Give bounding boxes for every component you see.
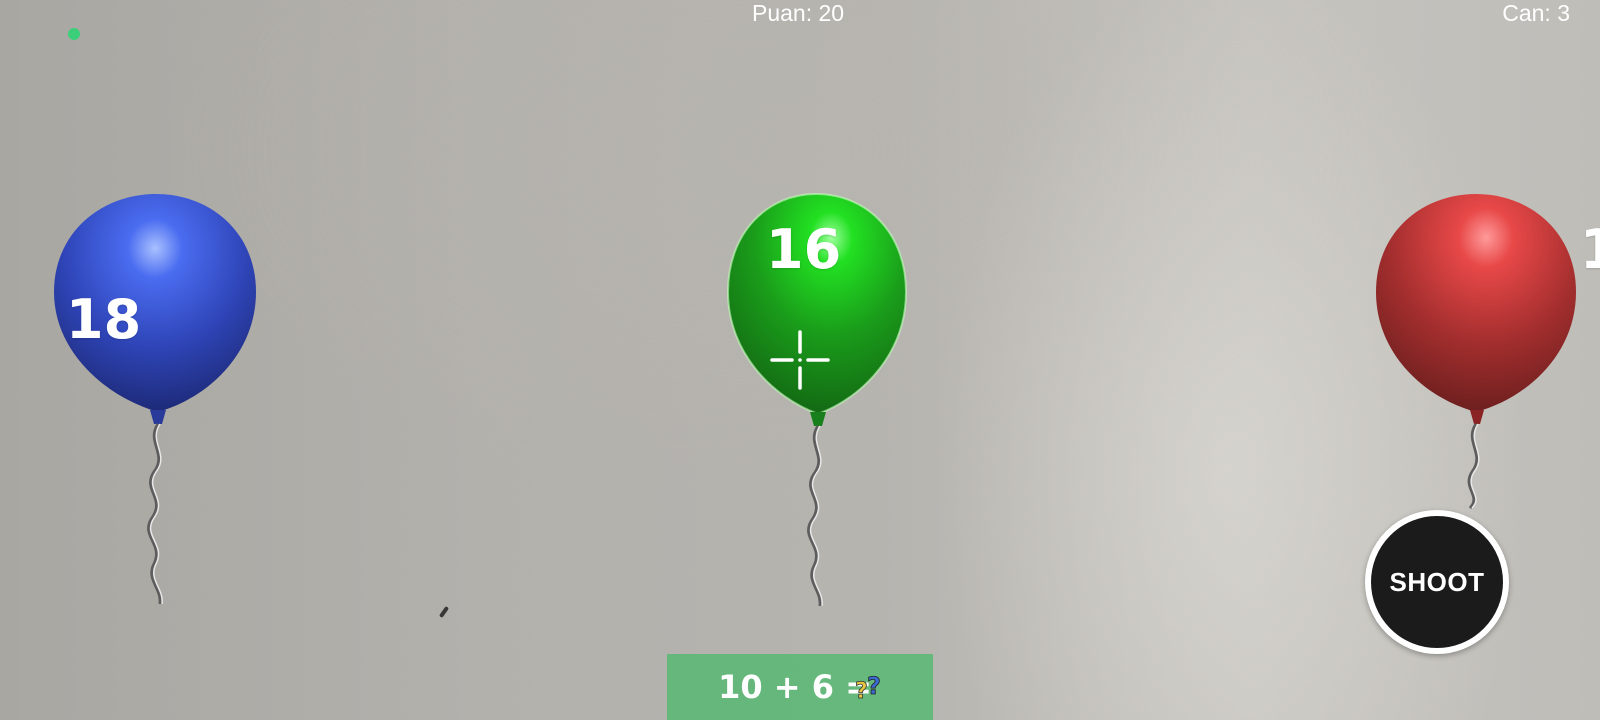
- balloon-green[interactable]: 16: [724, 192, 912, 622]
- balloon-green-number: 16: [766, 218, 842, 281]
- question-marks-icon: ? ?: [855, 672, 882, 704]
- shoot-button[interactable]: SHOOT: [1365, 510, 1509, 654]
- score-label: Puan: 20: [752, 0, 845, 26]
- balloon-red[interactable]: 1: [1372, 192, 1600, 522]
- lives-label: Can: 3: [1502, 0, 1570, 26]
- balloon-blue-number: 18: [66, 288, 142, 351]
- crosshair-icon: [770, 330, 830, 390]
- svg-text:?: ?: [855, 679, 868, 704]
- balloon-blue[interactable]: 18: [50, 192, 262, 622]
- balloon-red-graphic: [1376, 194, 1576, 510]
- shoot-button-label: SHOOT: [1389, 566, 1485, 597]
- question-text: 10 + 6 =: [718, 668, 872, 706]
- status-dot: [68, 28, 80, 40]
- question-panel: 10 + 6 = ? ?: [667, 654, 933, 720]
- balloon-blue-graphic: [54, 194, 256, 605]
- svg-text:?: ?: [867, 672, 881, 700]
- balloon-red-number: 1: [1580, 218, 1600, 281]
- debris-speck: [438, 605, 450, 619]
